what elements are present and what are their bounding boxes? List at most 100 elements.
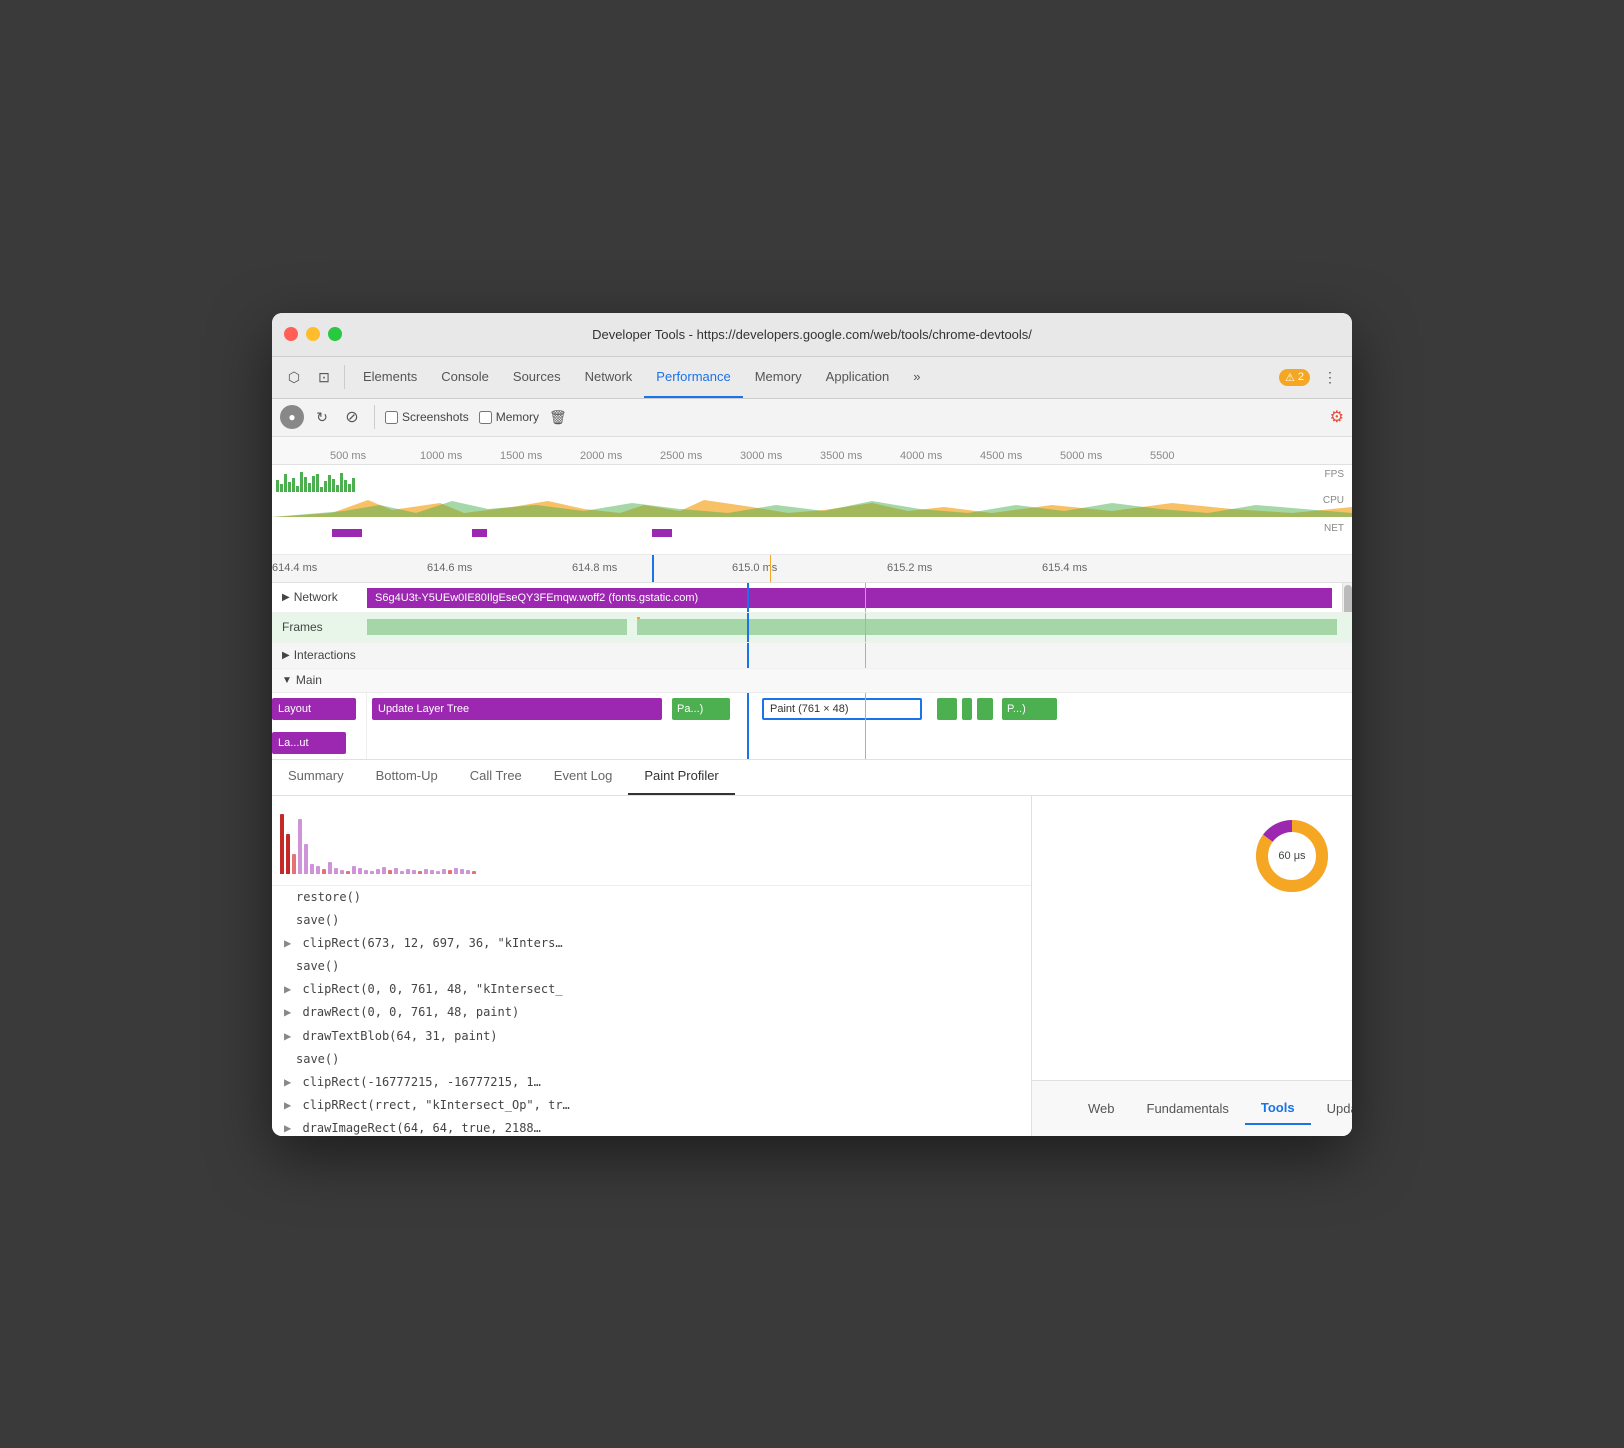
paint-profiler-right: 60 μs Web Fundamentals Tools Update Sear… <box>1032 796 1352 1136</box>
settings-icon[interactable]: ⚙ <box>1330 409 1344 426</box>
screenshots-checkbox[interactable] <box>385 411 398 424</box>
screenshots-checkbox-label[interactable]: Screenshots <box>385 410 469 424</box>
tab-memory[interactable]: Memory <box>743 356 814 398</box>
paint-profiler-area: restore() save() ▶ clipRect(673, 12, 697… <box>272 796 1352 1136</box>
close-button[interactable] <box>284 327 298 341</box>
network-cursor <box>747 583 749 612</box>
trash-icon[interactable]: 🗑 <box>549 409 567 426</box>
tab-sources[interactable]: Sources <box>501 356 573 398</box>
time-ruler-detail: 614.4 ms 614.6 ms 614.8 ms 615.0 ms 615.… <box>272 555 1352 583</box>
interactions-track-row: ▶ Interactions <box>272 643 1352 669</box>
cmd-save-3[interactable]: save() <box>272 1048 1031 1071</box>
bottom-tabs: Summary Bottom-Up Call Tree Event Log Pa… <box>272 760 1352 796</box>
expand-arrow-icon[interactable]: ▶ <box>282 592 290 603</box>
layout-block[interactable]: Layout <box>272 698 356 720</box>
frame-block-2 <box>637 619 1337 635</box>
bar-30 <box>454 868 458 874</box>
nav-bar: Web Fundamentals Tools Update Search <box>1032 1080 1352 1136</box>
paint-small-block-2[interactable]: P...) <box>1002 698 1057 720</box>
timeline-tracks[interactable]: FPS CPU NET <box>272 465 1352 555</box>
network-track-content[interactable]: S6g4U3t-Y5UEw0IE80IlgEseQY3FEmqw.woff2 (… <box>367 583 1352 612</box>
bar-6 <box>310 864 314 874</box>
paint-outlined-label: Paint (761 × 48) <box>770 703 849 715</box>
tab-paint-profiler[interactable]: Paint Profiler <box>628 759 734 795</box>
reload-icon: ↻ <box>316 409 328 426</box>
scrollbar-thumb[interactable] <box>1344 585 1352 612</box>
bar-14 <box>358 868 362 874</box>
paint-profiler-left: restore() save() ▶ clipRect(673, 12, 697… <box>272 796 1032 1136</box>
cmd-drawrect[interactable]: ▶ drawRect(0, 0, 761, 48, paint) <box>272 1001 1031 1024</box>
paint-canvas-area: 60 μs Web Fundamentals Tools Update Sear… <box>1032 796 1352 1136</box>
tab-event-log[interactable]: Event Log <box>538 759 629 795</box>
bar-2 <box>286 834 290 874</box>
frames-track-row: Frames 14.8 ms <box>272 613 1352 643</box>
layout-label: Layout <box>278 703 311 715</box>
paint-outlined-block[interactable]: Paint (761 × 48) <box>762 698 922 720</box>
minimize-button[interactable] <box>306 327 320 341</box>
net-track <box>272 525 1352 543</box>
main-expand-icon[interactable]: ▼ <box>282 675 292 686</box>
tab-network[interactable]: Network <box>573 356 645 398</box>
tab-bottom-up[interactable]: Bottom-Up <box>360 759 454 795</box>
timeline-cursor <box>652 555 654 582</box>
tab-performance[interactable]: Performance <box>644 356 742 398</box>
cmd-cliprect-3[interactable]: ▶ clipRect(-16777215, -16777215, 1… <box>272 1071 1031 1094</box>
cmd-save-2[interactable]: save() <box>272 955 1031 978</box>
frames-marker-orange <box>865 613 866 642</box>
paint-small-block-1[interactable]: Pa...) <box>672 698 730 720</box>
mark-3000ms: 3000 ms <box>740 450 782 462</box>
expand-icon-5: ▶ <box>284 1075 291 1089</box>
nav-update[interactable]: Update <box>1311 1093 1352 1124</box>
cmd-restore-1[interactable]: restore() <box>272 886 1031 909</box>
tab-elements[interactable]: Elements <box>351 356 429 398</box>
tab-application[interactable]: Application <box>814 356 902 398</box>
flame2-marker <box>865 727 866 759</box>
interactions-expand-icon[interactable]: ▶ <box>282 650 290 661</box>
bar-3 <box>292 854 296 874</box>
bar-16 <box>370 871 374 874</box>
network-bar[interactable]: S6g4U3t-Y5UEw0IE80IlgEseQY3FEmqw.woff2 (… <box>367 588 1332 608</box>
nav-web[interactable]: Web <box>1072 1093 1131 1124</box>
cmd-cliprrect[interactable]: ▶ clipRRect(rrect, "kIntersect_Op", tr… <box>272 1094 1031 1117</box>
cmd-cliprect-2[interactable]: ▶ clipRect(0, 0, 761, 48, "kIntersect_ <box>272 978 1031 1001</box>
bar-9 <box>328 862 332 874</box>
flame2-cursor <box>747 727 749 759</box>
nav-fundamentals[interactable]: Fundamentals <box>1131 1093 1245 1124</box>
paint-small-label-1: Pa...) <box>677 703 703 715</box>
more-options-icon[interactable]: ⋮ <box>1316 363 1344 391</box>
tab-more[interactable]: » <box>901 356 932 398</box>
tab-console[interactable]: Console <box>429 356 501 398</box>
cpu-label: CPU <box>1323 495 1344 506</box>
cmd-drawimagerect[interactable]: ▶ drawImageRect(64, 64, true, 2188… <box>272 1117 1031 1135</box>
layout-small-block[interactable]: La...ut <box>272 732 346 754</box>
timeline-marker <box>770 555 771 582</box>
record-icon: ● <box>288 410 295 424</box>
device-toggle-icon[interactable]: ⊡ <box>310 363 338 391</box>
mark-2500ms: 2500 ms <box>660 450 702 462</box>
memory-checkbox[interactable] <box>479 411 492 424</box>
update-layer-tree-block[interactable]: Update Layer Tree <box>372 698 662 720</box>
time-mark-614-6: 614.6 ms <box>427 562 472 574</box>
interactions-content[interactable] <box>367 643 1352 668</box>
cmd-cliprect-1[interactable]: ▶ clipRect(673, 12, 697, 36, "kInters… <box>272 932 1031 955</box>
cmd-drawtextblob-1[interactable]: ▶ drawTextBlob(64, 31, paint) <box>272 1025 1031 1048</box>
bar-8 <box>322 869 326 874</box>
scrollbar[interactable] <box>1342 583 1352 612</box>
perf-toolbar: ● ↻ ⊘ Screenshots Memory 🗑 ⚙ <box>272 399 1352 437</box>
maximize-button[interactable] <box>328 327 342 341</box>
warning-badge[interactable]: ⚠ 2 <box>1279 369 1310 386</box>
memory-checkbox-label[interactable]: Memory <box>479 410 539 424</box>
reload-button[interactable]: ↻ <box>310 405 334 429</box>
frames-track-content[interactable]: 14.8 ms <box>367 613 1352 642</box>
nav-tools[interactable]: Tools <box>1245 1092 1311 1125</box>
tab-call-tree[interactable]: Call Tree <box>454 759 538 795</box>
cmd-save-1[interactable]: save() <box>272 909 1031 932</box>
record-button[interactable]: ● <box>280 405 304 429</box>
cursor-icon[interactable]: ⬡ <box>280 363 308 391</box>
bottom-panel: Summary Bottom-Up Call Tree Event Log Pa… <box>272 760 1352 1136</box>
tab-summary[interactable]: Summary <box>272 759 360 795</box>
bar-4 <box>298 819 302 874</box>
bar-32 <box>466 870 470 874</box>
clear-button[interactable]: ⊘ <box>340 405 364 429</box>
flame-cursor <box>747 693 749 727</box>
